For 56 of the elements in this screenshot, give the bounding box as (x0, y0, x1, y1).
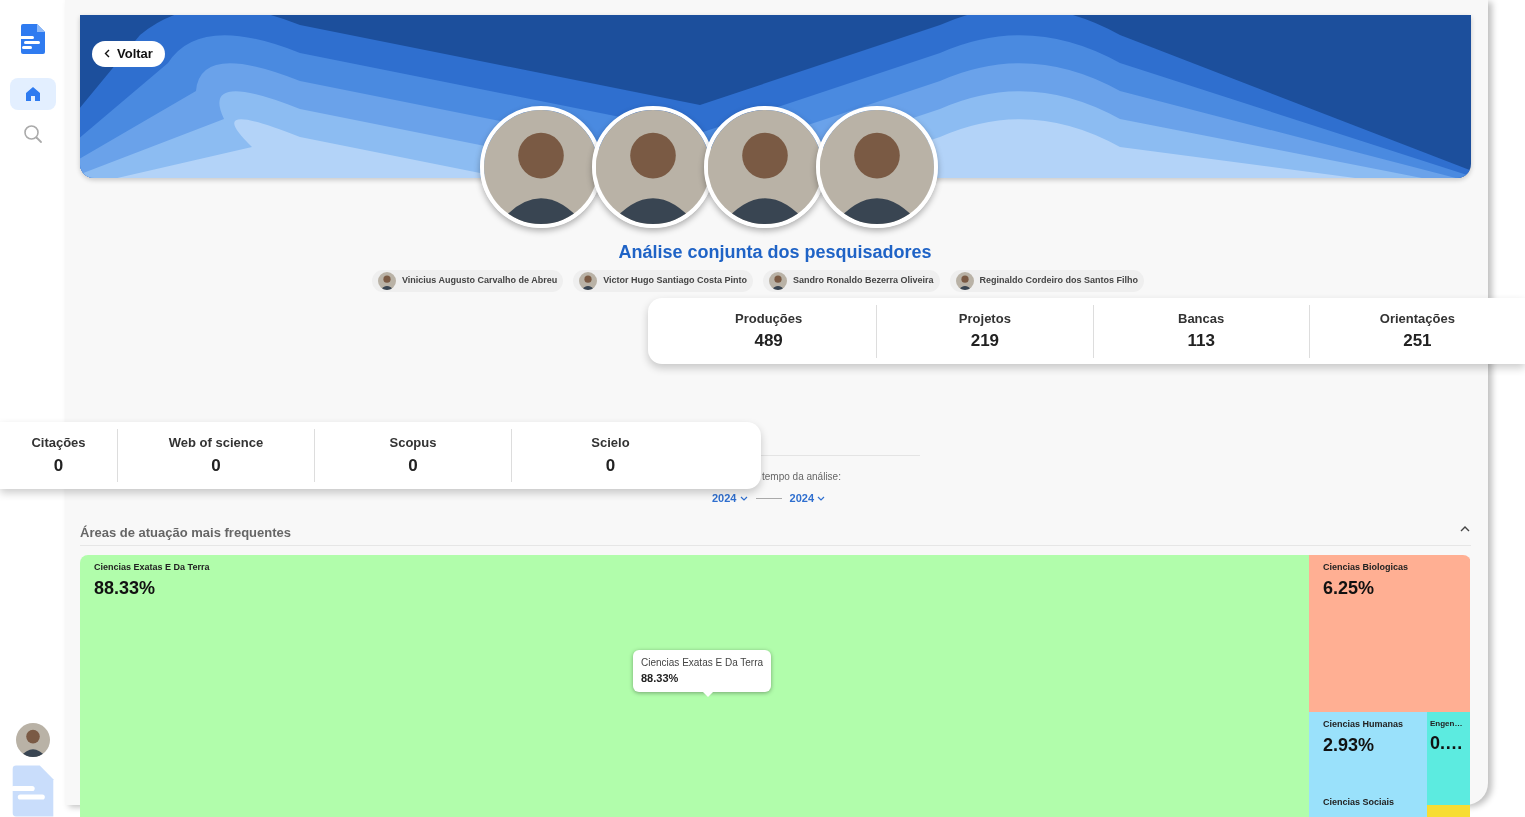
avatar-icon (579, 272, 598, 290)
stat-label: Projetos (958, 309, 1011, 328)
avatar-icon (955, 272, 974, 290)
home-icon (24, 86, 41, 102)
tooltip-value: 88.33% (641, 671, 680, 686)
tile-value: 0.… (1430, 732, 1464, 755)
researcher-chip[interactable]: Victor Hugo Santiago Costa Pinto (573, 270, 754, 292)
period-label: tempo da análise: (762, 470, 841, 484)
tooltip-label: Ciencias Exatas E Da Terra (641, 656, 764, 670)
stat-label: Web of science (168, 434, 264, 452)
treemap-tile[interactable]: Ciencias Sociais (1309, 790, 1427, 817)
researcher-chip[interactable]: Sandro Ronaldo Bezerra Oliveira (763, 270, 940, 292)
treemap-tile[interactable]: Engen… 0.… (1427, 712, 1470, 805)
stat-value: 219 (970, 330, 1000, 352)
chevron-down-icon (817, 496, 826, 503)
section-title: Áreas de atuação mais frequentes (80, 524, 291, 542)
stat-label: Scielo (591, 434, 630, 452)
stat-label: Citações (31, 434, 86, 452)
tile-label: Engen… (1430, 718, 1464, 730)
stat-label: Scopus (389, 434, 437, 452)
stat-value: 489 (754, 330, 783, 352)
treemap-tile[interactable]: Ciencias Humanas 2.93% (1309, 712, 1427, 790)
avatar-icon (378, 272, 396, 290)
stat-value: 0 (53, 454, 64, 477)
chevron-button[interactable] (1460, 525, 1470, 533)
stat-value: 0 (605, 454, 616, 477)
tile-value: 6.25% (1323, 576, 1376, 600)
chevron-left-icon (104, 49, 110, 58)
stat-label: Orientações (1379, 309, 1455, 328)
researcher-chip[interactable]: Reginaldo Cordeiro dos Santos Filho (949, 270, 1145, 292)
tile-label: Ciencias Humanas (1323, 718, 1405, 731)
tile-value: 88.33% (94, 576, 157, 600)
logo-icon (10, 765, 55, 817)
treemap-tile[interactable]: Ciencias Biologicas 6.25% (1309, 555, 1470, 712)
year-dropdown[interactable]: 2024 (789, 490, 826, 507)
stat-value: 0 (408, 454, 418, 477)
page-title: Análise conjunta dos pesquisadores (617, 241, 933, 264)
avatar-icon (769, 272, 788, 290)
tile-value: 2.93% (1323, 733, 1376, 757)
home-button[interactable] (9, 78, 56, 110)
search-icon (22, 124, 43, 144)
chevron-down-icon (739, 496, 748, 503)
tile-label: Ciencias Exatas E Da Terra (94, 561, 211, 574)
user-avatar[interactable] (15, 723, 50, 757)
year-dropdown[interactable]: 2024 (712, 490, 748, 507)
tile-label: Ciencias Biologicas (1323, 561, 1410, 574)
logo-icon (19, 24, 46, 54)
researcher-chip[interactable]: Vinicius Augusto Carvalho de Abreu (372, 270, 564, 292)
stat-value: 113 (1187, 330, 1215, 352)
stat-label: Bancas (1178, 309, 1225, 328)
chevron-up-icon (1460, 525, 1470, 533)
stat-label: Produções (735, 309, 803, 328)
back-button[interactable]: Voltar (92, 41, 165, 67)
tile-label: Ciencias Sociais (1323, 796, 1396, 809)
stat-value: 251 (1403, 330, 1432, 352)
stat-value: 0 (211, 454, 221, 477)
